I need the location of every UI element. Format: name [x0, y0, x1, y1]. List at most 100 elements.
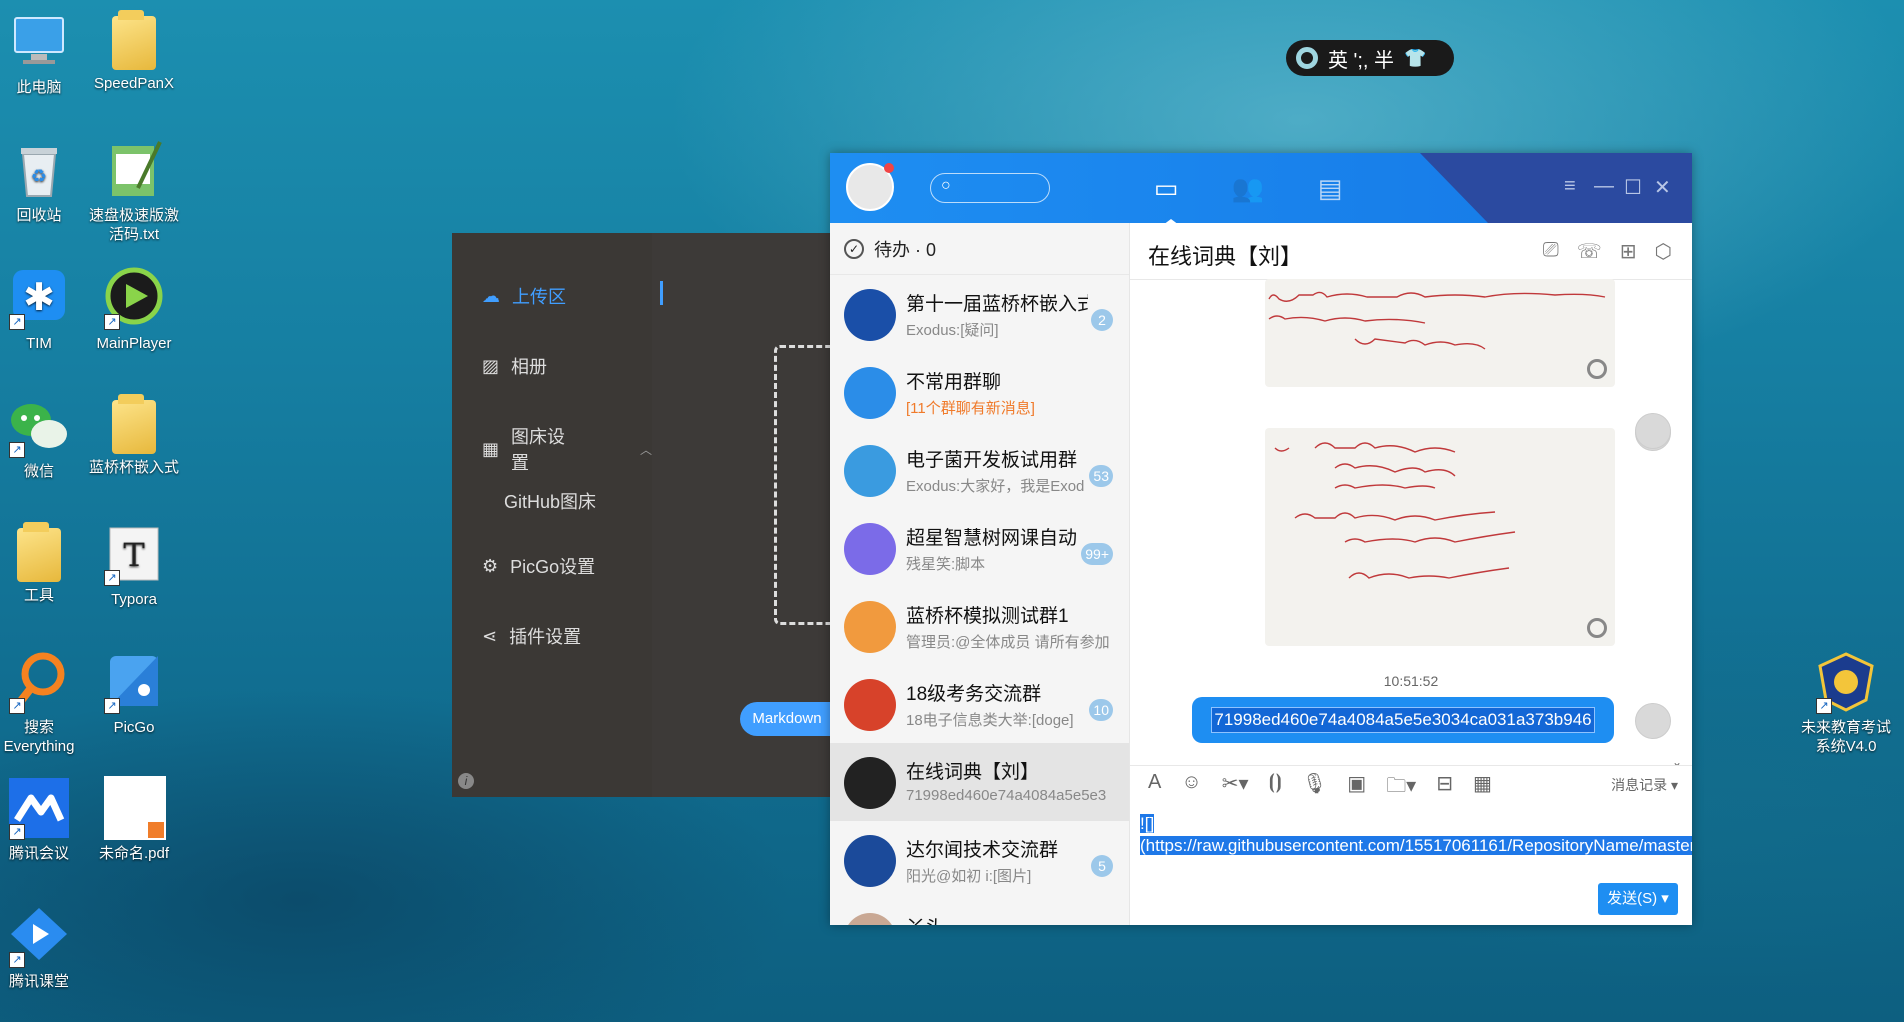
voice-icon[interactable]: 🎙 — [1302, 771, 1327, 805]
nav-upload[interactable]: ☁ 上传区 — [482, 283, 566, 309]
input-text: ![](https://raw.githubusercontent.com/15… — [1140, 814, 1692, 855]
message-input[interactable]: ![](https://raw.githubusercontent.com/15… — [1140, 813, 1692, 857]
handwritten-image-message[interactable] — [1265, 428, 1615, 646]
screen-share-icon[interactable]: ⎚ — [1543, 239, 1559, 264]
sent-message-bubble[interactable]: 71998ed460e74a4084a5e5e3034ca031a373b946 — [1192, 697, 1614, 743]
conversation-item[interactable]: 在线词典【刘】 71998ed460e74a4084a5e5e3 — [830, 743, 1129, 821]
desktop-icon-speedpan-txt[interactable]: 速盘极速版激活码.txt — [88, 138, 180, 244]
desktop-icon-lanqiao-folder[interactable]: 蓝桥杯嵌入式 — [88, 394, 180, 477]
unread-badge: 2 — [1091, 309, 1113, 331]
message-history-button[interactable]: 消息记录 ▾ — [1611, 775, 1678, 795]
conversation-item[interactable]: 电子菌开发板试用群 Exodus:大家好，我是Exod 53 — [830, 431, 1129, 509]
maximize-icon[interactable]: ☐ — [1624, 175, 1642, 200]
everything-icon: ↗ — [7, 650, 71, 714]
desktop-icon-typora[interactable]: T ↗ Typora — [88, 522, 180, 609]
my-avatar[interactable] — [1635, 703, 1671, 739]
desktop-icon-wechat[interactable]: ↗ 微信 — [0, 394, 85, 481]
folder-icon[interactable]: 🗀▾ — [1386, 771, 1416, 805]
nav-plugin-settings[interactable]: ⋖ 插件设置 — [482, 623, 581, 649]
desktop-icon-label: 此电脑 — [16, 79, 62, 96]
avatar — [844, 835, 896, 887]
conversation-item[interactable]: 丫头 — [830, 899, 1129, 925]
avatar — [844, 679, 896, 731]
avatar — [844, 445, 896, 497]
nav-picgo-settings[interactable]: ⚙ PicGo设置 — [482, 553, 595, 579]
conversation-item[interactable]: 达尔闻技术交流群 阳光@如初 i:[图片] 5 — [830, 821, 1129, 899]
phone-icon[interactable]: ☏ — [1577, 239, 1602, 264]
chevron-down-icon[interactable]: ⌄ — [1672, 755, 1682, 769]
desktop-icon-this-pc[interactable]: 此电脑 — [0, 10, 85, 97]
conversation-item[interactable]: 不常用群聊 [11个群聊有新消息] — [830, 353, 1129, 431]
notepad-icon — [102, 138, 166, 202]
avatar — [844, 757, 896, 809]
divider — [1130, 765, 1692, 766]
shortcut-arrow-icon: ↗ — [9, 698, 25, 714]
send-button[interactable]: 发送(S) ▾ — [1598, 883, 1678, 915]
nav-gallery[interactable]: ▨ 相册 — [482, 353, 547, 379]
avatar — [844, 367, 896, 419]
nav-github-picbed[interactable]: GitHub图床 — [504, 488, 596, 514]
markdown-format-button[interactable]: Markdown — [740, 702, 834, 736]
desktop-icon-label: Typora — [111, 591, 157, 608]
minimize-icon[interactable]: — — [1594, 175, 1614, 198]
desktop-icon-mainplayer[interactable]: ↗ MainPlayer — [88, 266, 180, 353]
close-icon[interactable]: ✕ — [1654, 175, 1671, 200]
image-icon[interactable]: ▣ — [1347, 771, 1366, 805]
nav-label: PicGo设置 — [510, 557, 596, 577]
zoom-icon[interactable] — [1587, 359, 1607, 379]
shortcut-arrow-icon: ↗ — [9, 824, 25, 840]
add-member-icon[interactable]: ⊞ — [1620, 239, 1637, 264]
desktop-icon-tools-folder[interactable]: 工具 — [0, 522, 85, 605]
screenshot-icon[interactable]: ✂▾ — [1222, 771, 1249, 805]
ime-status-bar[interactable]: 英 ';, 半 👕 — [1286, 40, 1454, 76]
gift-icon[interactable]: ⊟ — [1436, 771, 1453, 805]
desktop-icon-label: 速盘极速版激活码.txt — [88, 207, 179, 243]
peer-avatar[interactable] — [1635, 413, 1671, 449]
shortcut-arrow-icon: ↗ — [104, 698, 120, 714]
handwritten-image-message[interactable] — [1265, 279, 1615, 387]
zoom-icon[interactable] — [1587, 618, 1607, 638]
desktop-icon-label: 工具 — [23, 587, 54, 604]
emoji-icon[interactable]: ☺ — [1181, 771, 1201, 805]
docs-tab-icon[interactable]: ▤ — [1312, 171, 1348, 205]
chat-tab-icon[interactable]: ▭ — [1148, 171, 1184, 205]
avatar[interactable] — [846, 163, 894, 211]
shake-icon[interactable]: ⦗⦘ — [1269, 771, 1282, 805]
conversation-item[interactable]: 18级考务交流群 18电子信息类大举:[doge] 10 — [830, 665, 1129, 743]
conversation-item[interactable]: 超星智慧树网课自动 残星笑:脚本 99+ — [830, 509, 1129, 587]
desktop-icon-label: 腾讯课堂 — [8, 973, 69, 990]
conversation-item[interactable]: 第十一届蓝桥杯嵌入式 Exodus:[疑问] 2 — [830, 275, 1129, 353]
desktop-icon-tim[interactable]: ✱ ↗ TIM — [0, 266, 85, 353]
desktop-icon-everything[interactable]: ↗ 搜索Everything — [0, 650, 85, 756]
menu-icon[interactable]: ≡ — [1564, 175, 1576, 198]
desktop-icon-recycle-bin[interactable]: ♻ 回收站 — [0, 138, 85, 225]
tencent-meeting-icon: ↗ — [7, 776, 71, 840]
desktop-icon-unnamed-pdf[interactable]: 未命名.pdf — [88, 776, 180, 863]
nav-picbed-settings[interactable]: ▦ 图床设置 ︿ — [482, 423, 652, 475]
desktop-icon-speedpanx[interactable]: SpeedPanX — [88, 10, 180, 93]
svg-text:T: T — [123, 536, 145, 574]
desktop-icon-tencent-meeting[interactable]: ↗ 腾讯会议 — [0, 776, 85, 863]
calendar-icon[interactable]: ▦ — [1473, 771, 1492, 805]
desktop-icon-exam-system[interactable]: ↗ 未来教育考试系统V4.0 — [1796, 650, 1896, 756]
todo-row[interactable]: ✓ 待办 · 0 — [830, 223, 1129, 275]
desktop-icon-tencent-classroom[interactable]: ↗ 腾讯课堂 — [0, 904, 85, 991]
info-icon[interactable]: i — [458, 773, 474, 789]
skin-icon[interactable]: 👕 — [1404, 48, 1426, 69]
desktop-icon-picgo[interactable]: ↗ PicGo — [88, 650, 180, 737]
unread-badge: 99+ — [1081, 543, 1113, 565]
settings-icon[interactable]: ⬡ — [1655, 239, 1672, 264]
folder-icon — [17, 522, 61, 582]
message-text: 71998ed460e74a4084a5e5e3034ca031a373b946 — [1211, 707, 1595, 733]
computer-icon — [7, 10, 71, 74]
upload-drop-zone[interactable] — [774, 345, 834, 625]
desktop-icon-label: MainPlayer — [96, 335, 172, 352]
conversation-item[interactable]: 蓝桥杯模拟测试群1 管理员:@全体成员 请所有参加 — [830, 587, 1129, 665]
nav-active-indicator — [660, 281, 663, 305]
contacts-tab-icon[interactable]: 👥 — [1230, 171, 1266, 205]
player-icon: ↗ — [102, 266, 166, 330]
desktop-icon-label: TIM — [26, 335, 52, 352]
font-icon[interactable]: A — [1148, 771, 1161, 805]
search-input[interactable]: ○ — [930, 173, 1050, 203]
todo-label: 待办 · 0 — [874, 239, 937, 260]
